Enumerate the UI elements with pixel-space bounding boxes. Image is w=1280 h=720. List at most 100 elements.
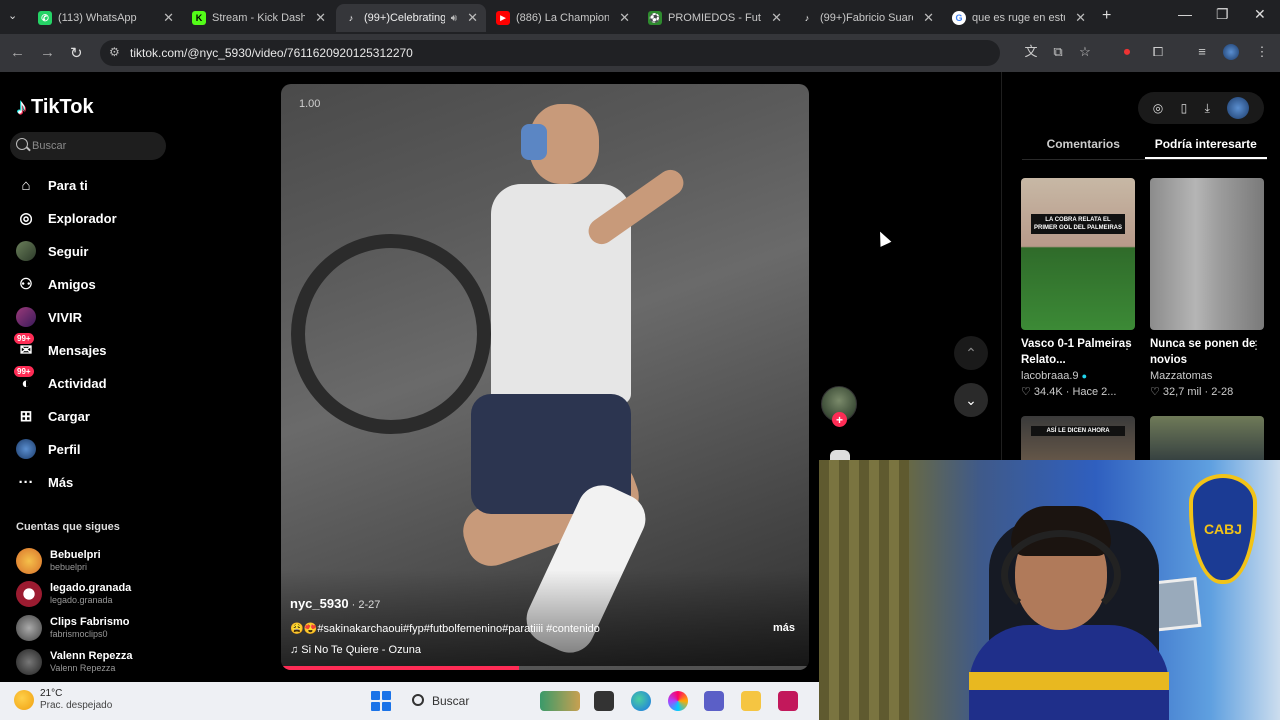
close-window-button[interactable]: ✕ bbox=[1254, 6, 1266, 23]
right-toolbar: ◎ ▯ ⤓ bbox=[1138, 92, 1264, 124]
follow-plus-icon[interactable]: + bbox=[832, 412, 847, 427]
tab-comentarios[interactable]: Comentarios bbox=[1022, 132, 1145, 159]
speaker-icon[interactable]: 🔊︎ bbox=[451, 13, 457, 24]
extensions-icon[interactable]: ⧠ bbox=[1150, 44, 1166, 60]
browser-menu-icon[interactable]: ⋮ bbox=[1254, 44, 1270, 60]
back-icon[interactable]: ← bbox=[10, 44, 25, 61]
minimize-button[interactable]: — bbox=[1178, 6, 1192, 22]
copilot-icon[interactable] bbox=[668, 691, 688, 711]
tab-whatsapp[interactable]: ✆ (113) WhatsApp ✕ bbox=[30, 4, 182, 32]
following-account[interactable]: Valenn Repezza Valenn Repezza bbox=[16, 647, 133, 677]
sidebar-item-amigos[interactable]: ⚇ Amigos bbox=[16, 272, 95, 296]
tab-label: (99+)Fabricio Suarez bbox=[820, 12, 914, 24]
card-title[interactable]: Vasco 0-1 Palmeiras Relato... bbox=[1021, 336, 1135, 368]
sidebar-item-vivir[interactable]: VIVIR bbox=[16, 305, 82, 329]
teams-icon[interactable] bbox=[704, 691, 724, 711]
video-player[interactable]: 1.00 nyc_5930 · 2-27 😩😍#sakinakarchaoui#… bbox=[281, 84, 809, 670]
close-tab-icon[interactable]: ✕ bbox=[923, 10, 934, 26]
streamer-webcam: CABJ bbox=[819, 460, 1280, 720]
maximize-button[interactable]: ❐ bbox=[1216, 6, 1229, 23]
bookmark-star-icon[interactable]: ☆ bbox=[1077, 44, 1093, 60]
tiktok-logo[interactable]: ♪ TikTok bbox=[16, 94, 94, 120]
sidebar-item-cargar[interactable]: ⊞ Cargar bbox=[16, 404, 90, 428]
video-thumbnail[interactable]: ASÍ LE DICEN AHORA bbox=[1021, 416, 1135, 466]
close-tab-icon[interactable]: ✕ bbox=[163, 10, 174, 26]
card-user[interactable]: lacobraaa.9 ● bbox=[1021, 370, 1135, 382]
widgets-icon[interactable] bbox=[540, 691, 580, 711]
sidebar-item-para-ti[interactable]: ⌂ Para ti bbox=[16, 173, 87, 197]
extension-red-icon[interactable]: ⏺ bbox=[1119, 44, 1135, 60]
close-tab-icon[interactable]: ✕ bbox=[619, 10, 630, 26]
account-username: bebuelpri bbox=[50, 562, 88, 572]
tab-tiktok-active[interactable]: ♪ (99+)Celebrating 🔊︎ ✕ bbox=[336, 4, 486, 32]
following-account[interactable]: Clips Fabrismo fabrismoclips0 bbox=[16, 613, 129, 643]
reload-icon[interactable]: ↻ bbox=[70, 44, 83, 62]
tab-promiedos[interactable]: ⚽ PROMIEDOS - Futbo ✕ bbox=[640, 4, 790, 32]
card-user[interactable]: Mazzatomas bbox=[1150, 370, 1264, 382]
media-control-icon[interactable]: ≡ bbox=[1194, 44, 1210, 60]
card-more-icon[interactable]: ⋮ bbox=[1250, 338, 1262, 352]
suggested-video-card[interactable]: ASÍ LE DICEN AHORA bbox=[1021, 416, 1135, 466]
new-tab-button[interactable]: + bbox=[1102, 7, 1111, 25]
previous-video-button[interactable]: ⌃ bbox=[954, 336, 988, 370]
taskbar-search[interactable]: Buscar bbox=[404, 688, 522, 714]
sidebar-item-mas[interactable]: ··· Más bbox=[16, 470, 74, 494]
device-icon[interactable]: ▯ bbox=[1181, 101, 1188, 115]
weather-widget[interactable]: 21°C Prac. despejado bbox=[14, 688, 112, 712]
promiedos-icon: ⚽ bbox=[648, 11, 662, 25]
sidebar-item-label: Seguir bbox=[48, 243, 89, 259]
playback-speed[interactable]: 1.00 bbox=[299, 98, 320, 110]
tab-kick[interactable]: K Stream - Kick Dashbo ✕ bbox=[184, 4, 334, 32]
author-name[interactable]: nyc_5930 bbox=[290, 596, 349, 611]
video-author[interactable]: nyc_5930 · 2-27 bbox=[290, 596, 380, 611]
next-video-button[interactable]: ⌄ bbox=[954, 383, 988, 417]
close-tab-icon[interactable]: ✕ bbox=[1075, 10, 1086, 26]
suggested-video-card[interactable]: Nunca se ponen de novios Mazzatomas ♡ 32… bbox=[1150, 178, 1264, 398]
search-input[interactable]: Buscar bbox=[10, 132, 166, 160]
video-thumbnail[interactable] bbox=[1150, 178, 1264, 330]
sidebar-item-explorador[interactable]: ◎ Explorador bbox=[16, 206, 116, 230]
like-icon[interactable] bbox=[830, 450, 850, 460]
card-title[interactable]: Nunca se ponen de novios bbox=[1150, 336, 1264, 368]
following-avatar-icon bbox=[16, 241, 36, 261]
close-tab-icon[interactable]: ✕ bbox=[771, 10, 782, 26]
address-bar[interactable]: ⚙ tiktok.com/@nyc_5930/video/76116209201… bbox=[100, 40, 1000, 66]
tab-podria-interesarte[interactable]: Podría interesarte bbox=[1144, 132, 1267, 159]
close-tab-icon[interactable]: ✕ bbox=[467, 10, 478, 26]
app-red-icon[interactable] bbox=[778, 691, 798, 711]
compass-icon[interactable]: ◎ bbox=[1153, 101, 1163, 115]
more-description-link[interactable]: más bbox=[773, 622, 795, 634]
file-explorer-icon[interactable] bbox=[741, 691, 761, 711]
video-description[interactable]: 😩😍#sakinakarchaoui#fyp#futbolfemenino#pa… bbox=[290, 622, 600, 635]
windows-start-icon[interactable] bbox=[371, 691, 391, 711]
sidebar-item-seguir[interactable]: Seguir bbox=[16, 239, 88, 263]
task-view-icon[interactable] bbox=[594, 691, 614, 711]
cast-icon[interactable]: ⧉ bbox=[1050, 44, 1066, 60]
video-progress-bar[interactable] bbox=[281, 666, 809, 670]
sidebar-item-mensajes[interactable]: ✉ 99+ Mensajes bbox=[14, 333, 107, 362]
profile-avatar-icon[interactable] bbox=[1227, 97, 1250, 119]
tab-tiktok-fabricio[interactable]: ♪ (99+)Fabricio Suarez ✕ bbox=[792, 4, 942, 32]
sidebar-item-actividad[interactable]: ◐ 99+ Actividad bbox=[14, 366, 107, 395]
close-tab-icon[interactable]: ✕ bbox=[315, 10, 326, 26]
edge-icon[interactable] bbox=[631, 691, 651, 711]
video-thumbnail[interactable]: LA COBRA RELATA EL PRIMER GOL DEL PALMEI… bbox=[1021, 178, 1135, 330]
sidebar-item-perfil[interactable]: Perfil bbox=[16, 437, 81, 461]
video-thumbnail[interactable] bbox=[1150, 416, 1264, 466]
site-info-icon[interactable]: ⚙ bbox=[109, 45, 120, 59]
card-more-icon[interactable]: ⋮ bbox=[1121, 338, 1133, 352]
tab-youtube[interactable]: ▶ (886) La Champions ✕ bbox=[488, 4, 638, 32]
video-music[interactable]: ♫ Si No Te Quiere - Ozuna bbox=[290, 644, 421, 656]
sidebar-item-label: Perfil bbox=[48, 441, 81, 457]
profile-avatar-icon[interactable] bbox=[1223, 44, 1239, 60]
suggested-video-card[interactable] bbox=[1150, 416, 1264, 466]
translate-icon[interactable]: 文 bbox=[1023, 44, 1039, 60]
tab-list-icon[interactable]: ⌄ bbox=[8, 9, 17, 22]
forward-icon[interactable]: → bbox=[40, 44, 55, 61]
following-account[interactable]: Bebuelpri bebuelpri bbox=[16, 546, 101, 576]
download-icon[interactable]: ⤓ bbox=[1205, 101, 1210, 116]
suggested-video-card[interactable]: LA COBRA RELATA EL PRIMER GOL DEL PALMEI… bbox=[1021, 178, 1135, 398]
tab-google[interactable]: G que es ruge en estud ✕ bbox=[944, 4, 1094, 32]
following-account[interactable]: legado.granada legado.granada bbox=[16, 579, 131, 609]
messages-icon: ✉ 99+ bbox=[14, 333, 36, 360]
